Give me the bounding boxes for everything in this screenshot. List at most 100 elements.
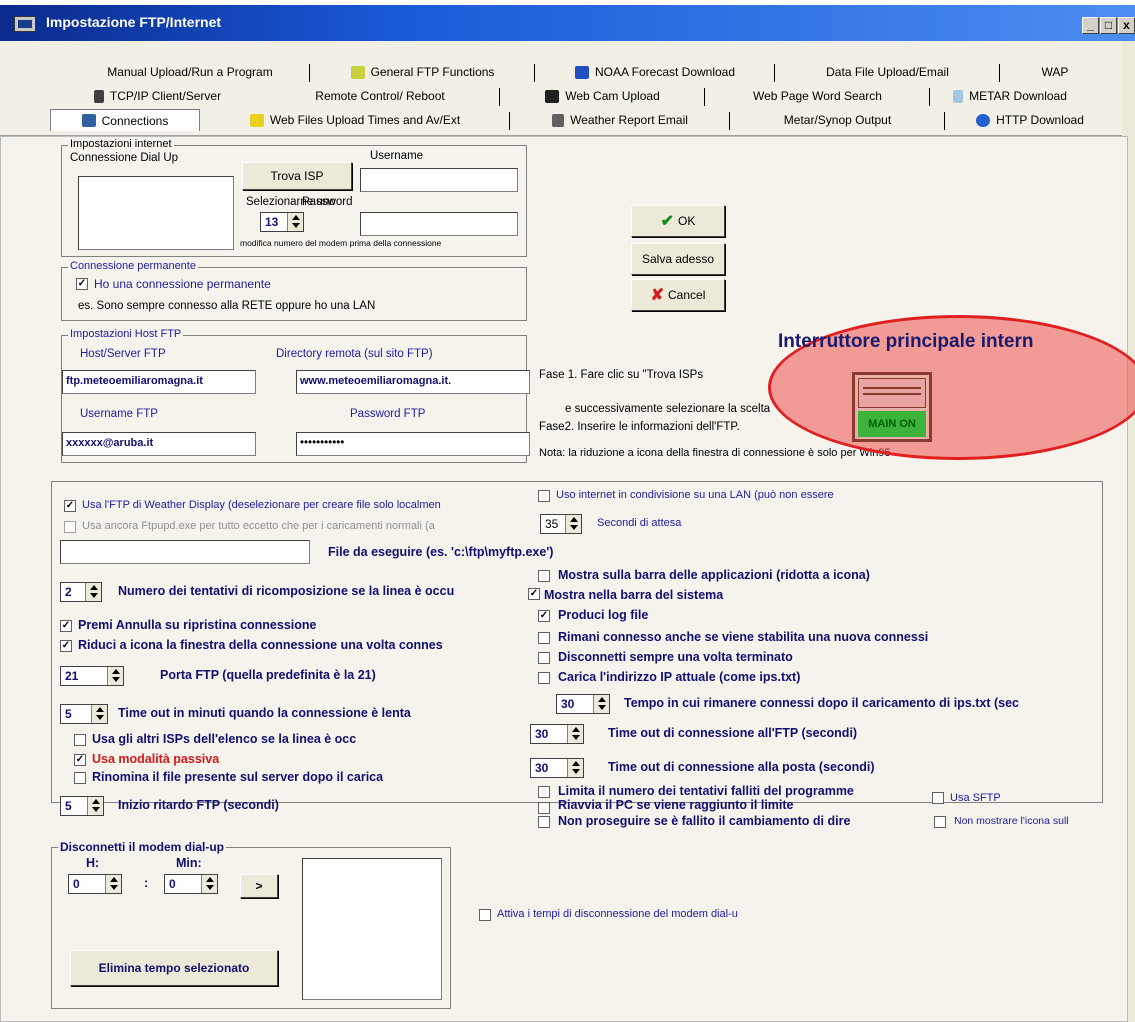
minimize-conn-checkbox[interactable]: ✓ [60,640,72,652]
spinner-arrows[interactable] [567,725,583,743]
spinner-value: 0 [73,877,80,891]
tab-web-files-upload[interactable]: Web Files Upload Times and Av/Ext [200,110,510,130]
systray-checkbox[interactable]: ✓ [528,588,540,600]
ftp-port-spinner[interactable]: 21 [60,666,124,686]
tab-general-ftp[interactable]: General FTP Functions [310,62,535,82]
use-sftp-checkbox[interactable] [932,792,944,804]
ftp-timeout-spinner[interactable]: 30 [530,724,584,744]
ftp-user-input[interactable]: xxxxxx@aruba.it [62,432,256,456]
spinner-arrows[interactable] [287,213,303,231]
permanent-connection-group: Connessione permanente ✓ Ho una connessi… [61,260,527,321]
spinner-arrows[interactable] [87,797,103,815]
minutes-spinner[interactable]: 0 [164,874,218,894]
tab-data-file-upload[interactable]: Data File Upload/Email [775,62,1000,82]
tab-label: General FTP Functions [370,65,495,79]
password-input[interactable] [360,212,518,236]
upload-ip-label: Carica l'indirizzo IP attuale (come ips.… [558,670,801,684]
disconnect-always-checkbox[interactable] [538,652,550,664]
limit-fail-checkbox[interactable] [538,786,550,798]
spinner-value: 21 [65,669,79,683]
logfile-checkbox[interactable]: ✓ [538,610,550,622]
tab-word-search[interactable]: Web Page Word Search [705,86,930,106]
spinner-arrows[interactable] [565,515,581,533]
activate-disconnect-checkbox[interactable] [479,909,491,921]
file-run-label: File da eseguire (es. 'c:\ftp\myftp.exe'… [328,545,554,559]
logfile-label: Produci log file [558,608,649,622]
host-input[interactable]: ftp.meteoemiliaromagna.it [62,370,256,394]
username-input[interactable] [360,168,518,192]
ftp-user-label: Username FTP [80,408,158,420]
spinner-value: 30 [535,761,549,775]
ftp-delay-spinner[interactable]: 5 [60,796,104,816]
limit-fail-label: Limita il numero dei tentativi falliti d… [558,784,854,798]
modem-number-spinner[interactable]: 13 [260,212,304,232]
tab-label: METAR Download [969,89,1067,103]
username-label: Username [370,150,424,162]
spinner-arrows[interactable] [91,705,107,723]
tab-tcpip[interactable]: TCP/IP Client/Server [55,86,260,106]
hours-spinner[interactable]: 0 [68,874,122,894]
add-time-button[interactable]: > [240,874,278,898]
file-run-input[interactable] [60,540,310,564]
tab-connections[interactable]: Connections [50,109,200,131]
tab-label: Connections [101,113,169,128]
hours-label: H: [86,856,100,870]
use-ftpupd-checkbox[interactable] [64,521,76,533]
maximize-button[interactable]: □ [1100,17,1117,34]
ftp-pass-input[interactable]: ••••••••••• [296,432,530,456]
no-continue-checkbox[interactable] [538,816,550,828]
window-titlebar[interactable]: Impostazione FTP/Internet _ □ x [0,5,1135,41]
stay-connected-checkbox[interactable] [538,632,550,644]
instruction-step1: Fase 1. Fare clic su "Trova ISPs [539,369,704,381]
tab-weather-email[interactable]: Weather Report Email [510,110,730,130]
taskbar-checkbox[interactable] [538,570,550,582]
spinner-arrows[interactable] [85,583,101,601]
spinner-arrows[interactable] [105,875,121,893]
tab-wap[interactable]: WAP [1000,62,1110,82]
tab-label: Web Cam Upload [565,89,660,103]
mail-timeout-spinner[interactable]: 30 [530,758,584,778]
save-now-button[interactable]: Salva adesso [631,243,725,275]
no-icon-checkbox[interactable] [934,816,946,828]
group-title: Disconnetti il modem dial-up [58,840,227,854]
tab-metar-download[interactable]: METAR Download [930,86,1090,106]
dialup-list[interactable] [78,176,234,250]
share-lan-checkbox[interactable] [538,490,550,502]
delete-time-button[interactable]: Elimina tempo selezionato [70,950,278,986]
permanent-checkbox[interactable]: ✓ [76,278,88,290]
tab-metar-synop[interactable]: Metar/Synop Output [730,110,945,130]
spinner-arrows[interactable] [593,695,609,713]
passive-checkbox[interactable]: ✓ [74,754,86,766]
main-switch[interactable]: MAIN ON [852,372,932,442]
minimize-button[interactable]: _ [1082,17,1099,34]
timeout-label: Time out in minuti quando la connessione… [118,706,411,720]
wait-seconds-spinner[interactable]: 35 [540,514,582,534]
tab-manual-upload[interactable]: Manual Upload/Run a Program [70,62,310,82]
tab-strip: Manual Upload/Run a Program General FTP … [0,41,1122,136]
tab-label: NOAA Forecast Download [594,65,736,79]
close-button[interactable]: x [1118,17,1135,34]
stay-time-spinner[interactable]: 30 [556,694,610,714]
tab-noaa-forecast[interactable]: NOAA Forecast Download [535,62,775,82]
tab-webcam-upload[interactable]: Web Cam Upload [500,86,705,106]
other-isps-checkbox[interactable] [74,734,86,746]
remote-dir-input[interactable]: www.meteoemiliaromagna.it. [296,370,530,394]
restart-pc-checkbox[interactable] [538,802,550,814]
spinner-arrows[interactable] [567,759,583,777]
spinner-arrows[interactable] [107,667,123,685]
ok-button[interactable]: ✔ OK [631,205,725,237]
disconnect-times-list[interactable] [302,858,442,1000]
cancel-button[interactable]: ✘ Cancel [631,279,725,311]
tab-remote-control[interactable]: Remote Control/ Reboot [260,86,500,106]
rename-file-checkbox[interactable] [74,772,86,784]
find-isp-button[interactable]: Trova ISP [242,162,352,190]
tab-http-download[interactable]: HTTP Download [945,110,1115,130]
redial-spinner[interactable]: 2 [60,582,102,602]
spinner-arrows[interactable] [201,875,217,893]
upload-ip-checkbox[interactable] [538,672,550,684]
tab-label: Manual Upload/Run a Program [107,65,273,79]
disconnect-always-label: Disconnetti sempre una volta terminato [558,650,793,664]
use-wd-ftp-checkbox[interactable]: ✓ [64,500,76,512]
timeout-spinner[interactable]: 5 [60,704,108,724]
cancel-restore-checkbox[interactable]: ✓ [60,620,72,632]
